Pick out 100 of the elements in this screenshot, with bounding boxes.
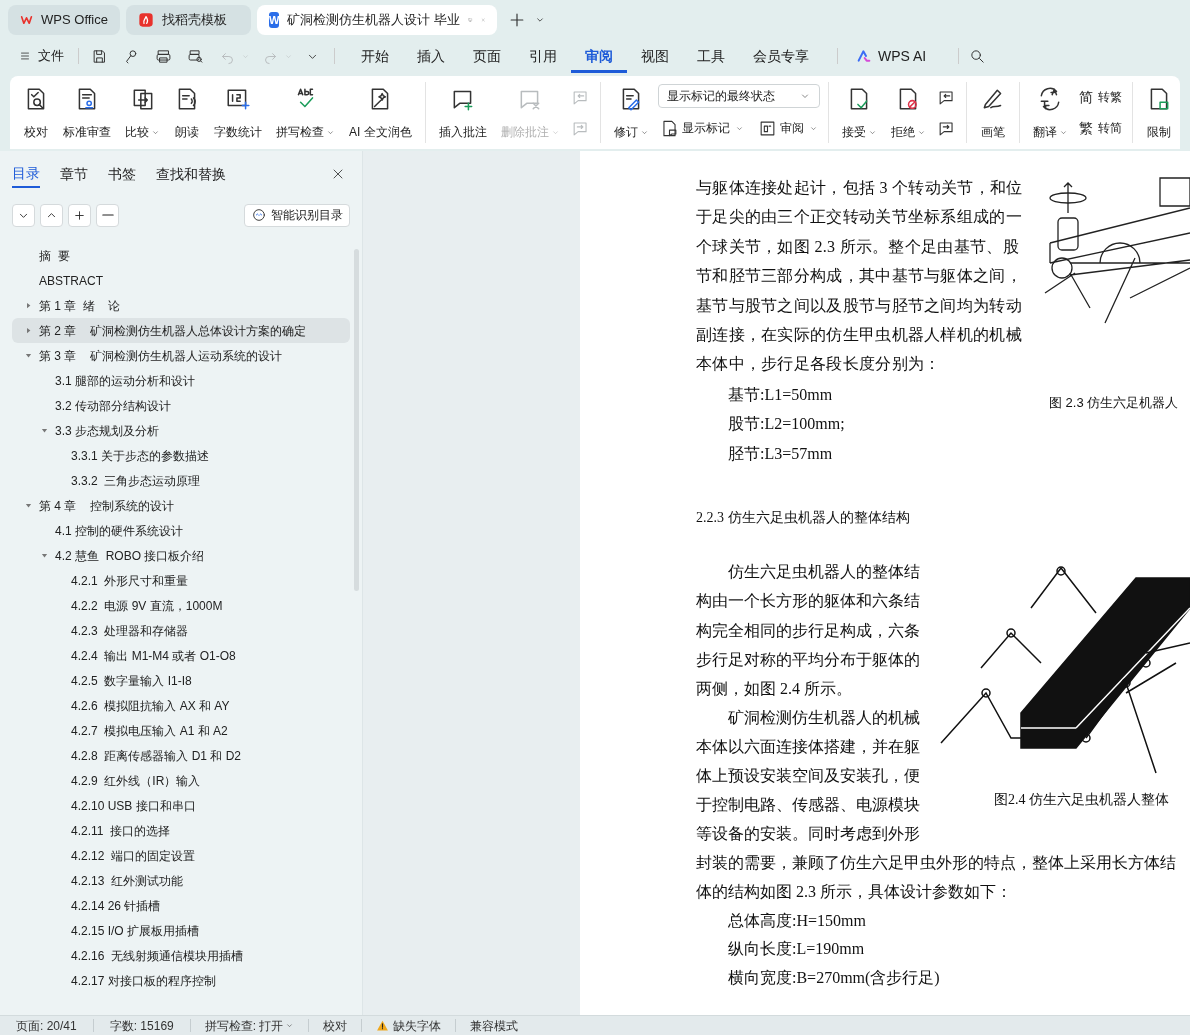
- figure-caption: 图 2.3 仿生六足机器人: [1048, 394, 1179, 412]
- proofread-button[interactable]: 校对: [309, 1016, 362, 1035]
- ribbon-button[interactable]: 审阅: [755, 115, 820, 141]
- flame-logo-icon: [138, 12, 154, 28]
- ribbon-button[interactable]: 限制: [1140, 82, 1177, 143]
- word-count: 字数: 15169: [108, 1017, 175, 1035]
- outline-item[interactable]: 4.2.11 接口的选择: [12, 818, 350, 843]
- ribbon-button[interactable]: 字数统计: [209, 82, 267, 143]
- panel-tab[interactable]: 查找和替换: [156, 160, 226, 188]
- outline-item[interactable]: 4.2.6 模拟阻抗输入 AX 和 AY: [12, 693, 350, 718]
- outline-item[interactable]: 第 3 章 矿洞检测仿生机器人运动系统的设计: [12, 343, 350, 368]
- missing-fonts-button[interactable]: 缺失字体: [362, 1016, 456, 1035]
- ribbon-button[interactable]: 修订: [608, 82, 654, 143]
- outline-item[interactable]: 3.3.1 关于步态的参数描述: [12, 443, 350, 468]
- ribbon-button[interactable]: 显示标记: [657, 115, 746, 141]
- panel-tab[interactable]: 章节: [60, 160, 88, 188]
- ribbon-button[interactable]: 比较: [120, 82, 165, 143]
- outline-item[interactable]: 4.2.3 处理器和存储器: [12, 618, 350, 643]
- ribbon-tab[interactable]: 视图: [627, 39, 683, 73]
- section-heading: 2.2.3 仿生六足虫机器人的整体结构: [696, 509, 911, 528]
- ribbon-tab[interactable]: 页面: [459, 39, 515, 73]
- ribbon-button[interactable]: AI 全文润色: [344, 82, 417, 143]
- ribbon-button[interactable]: 繁 转简: [1076, 115, 1124, 141]
- ribbon-tab[interactable]: 工具: [683, 39, 739, 73]
- print-icon[interactable]: [155, 47, 172, 65]
- ribbon-tab[interactable]: 插入: [403, 39, 459, 73]
- outline-item[interactable]: 第 1 章 绪 论: [12, 293, 350, 318]
- outline-tool-button[interactable]: [68, 203, 91, 227]
- outline-item[interactable]: 4.2 慧鱼 ROBO 接口板介绍: [12, 543, 350, 568]
- collapse-arrow-icon[interactable]: [40, 551, 49, 560]
- ribbon-button[interactable]: 画笔: [974, 82, 1011, 143]
- browser-tab[interactable]: W 矿洞检测仿生机器人设计 毕业: [257, 5, 497, 35]
- body-text-line: 体的结构如图 2.3 所示，具体设计参数如下：: [696, 882, 1013, 903]
- print-preview-icon[interactable]: [187, 47, 204, 65]
- ribbon-tab[interactable]: 引用: [515, 39, 571, 73]
- ai-button[interactable]: WPS AI: [852, 45, 931, 67]
- outline-item[interactable]: 4.2.8 距离传感器输入 D1 和 D2: [12, 743, 350, 768]
- menu-icon: [18, 49, 32, 63]
- document-badge-icon: W: [269, 12, 280, 28]
- ai-logo-icon: [856, 48, 872, 64]
- panel-tab[interactable]: 书签: [108, 160, 136, 188]
- outline-item[interactable]: 4.2.12 端口的固定设置: [12, 843, 350, 868]
- outline-item[interactable]: 4.2.2 电源 9V 直流，1000M: [12, 593, 350, 618]
- outline-item[interactable]: 摘 要: [12, 243, 350, 268]
- body-paragraph: 仿生六足虫机器人的整体结构由一个长方形的躯体和六条结构完全相同的步行足构成，六条步行足对称的平均分布于躯体的两侧，如图 2.4 所示。: [696, 562, 920, 699]
- body-paragraph: 与躯体连接处起计，包括 3 个转动关节，和位于足尖的由三个正交转动关节坐标系组成的一个球关节，如图 2.3 所示。整个足由基节、股节和胫节三部分构成，其中基节与躯体之间，基节与股节之间以及股节与胫节之间均为转动副连接，在实际的仿生甲虫机器人样机的机械本体中，步行足各段长度分别为：: [696, 178, 1024, 375]
- spell-check-toggle[interactable]: 拼写检查: 打开: [190, 1016, 309, 1035]
- outline-item[interactable]: 3.3.2 三角步态运动原理: [12, 468, 350, 493]
- page-indicator: 页面: 20/41: [15, 1017, 78, 1035]
- markup-dropdown[interactable]: 显示标记的最终状态: [657, 84, 820, 108]
- ribbon-button[interactable]: 朗读: [169, 82, 205, 143]
- ribbon-button[interactable]: 拒绝: [885, 82, 931, 143]
- outline-item[interactable]: 4.2.15 I/O 扩展板用插槽: [12, 918, 350, 943]
- outline-item[interactable]: 4.2.5 数字量输入 I1-I8: [12, 668, 350, 693]
- expand-arrow-icon[interactable]: [24, 301, 33, 310]
- ribbon-tab[interactable]: 会员专享: [739, 39, 823, 73]
- ribbon-button[interactable]: 插入批注: [433, 82, 492, 143]
- ribbon-button[interactable]: 校对: [18, 82, 54, 143]
- outline-item[interactable]: 4.1 控制的硬件系统设计: [12, 518, 350, 543]
- ribbon-button[interactable]: 接受: [836, 82, 882, 143]
- save-icon[interactable]: [91, 47, 108, 65]
- collapse-arrow-icon[interactable]: [24, 501, 33, 510]
- ribbon-button[interactable]: 翻译: [1027, 82, 1073, 143]
- outline-item[interactable]: ABSTRACT: [12, 268, 350, 293]
- collapse-arrow-icon[interactable]: [40, 426, 49, 435]
- expand-arrow-icon[interactable]: [24, 326, 33, 335]
- ribbon-button[interactable]: 简 转繁: [1076, 84, 1124, 110]
- browser-tab[interactable]: 找稻壳模板: [126, 5, 251, 35]
- warning-icon: [376, 1019, 390, 1032]
- outline-item[interactable]: 第 2 章 矿洞检测仿生机器人总体设计方案的确定: [12, 318, 350, 343]
- parameter-line: 基节:L1=50mm: [727, 384, 834, 405]
- ribbon-tab[interactable]: 开始: [347, 39, 403, 73]
- outline-item[interactable]: 4.2.13 红外测试功能: [12, 868, 350, 893]
- ribbon-tab[interactable]: 审阅: [571, 39, 627, 73]
- outline-item[interactable]: 3.1 腿部的运动分析和设计: [12, 368, 350, 393]
- body-paragraph: 矿洞检测仿生机器人的机械本体以六面连接体搭建，并在躯体上预设安装空间及安装孔，便于控制电路、传感器、电源模块等设备的安装。同时考虑到外形: [696, 707, 920, 845]
- browser-tab[interactable]: WPS Office: [8, 5, 120, 35]
- ribbon-button[interactable]: 标准审查: [58, 82, 116, 143]
- outline-item[interactable]: 4.2.16 无线射频通信模块用插槽: [12, 943, 350, 968]
- glyph-icon: 繁: [1078, 117, 1093, 139]
- parameter-line: 横向宽度:B=270mm(含步行足): [727, 967, 941, 989]
- collapse-arrow-icon[interactable]: [24, 351, 33, 360]
- parameter-line: 股节:L2=100mm;: [727, 414, 846, 435]
- search-icon[interactable]: [969, 47, 987, 65]
- outline-item[interactable]: 4.2.17 对接口板的程序控制: [12, 968, 350, 993]
- outline-item[interactable]: 4.2.14 26 针插槽: [12, 893, 350, 918]
- panel-tab[interactable]: 目录: [12, 160, 40, 188]
- outline-item[interactable]: 4.2.4 输出 M1-M4 或者 O1-O8: [12, 643, 350, 668]
- ribbon-button[interactable]: 拼写检查: [271, 82, 340, 143]
- parameter-line: 总体高度:H=150mm: [727, 910, 867, 931]
- outline-item[interactable]: 第 4 章 控制系统的设计: [12, 493, 350, 518]
- outline-item[interactable]: 4.2.9 红外线（IR）输入: [12, 768, 350, 793]
- compatibility-mode: 兼容模式: [469, 1017, 520, 1035]
- file-menu-button[interactable]: 文件: [16, 46, 66, 66]
- outline-item[interactable]: 3.2 传动部分结构设计: [12, 393, 350, 418]
- outline-item[interactable]: 4.2.1 外形尺寸和重量: [12, 568, 350, 593]
- smart-toc-button[interactable]: 智能识别目录: [244, 203, 350, 227]
- outline-item[interactable]: 4.2.10 USB 接口和串口: [12, 793, 350, 818]
- outline-item[interactable]: 3.3 步态规划及分析: [12, 418, 350, 443]
- outline-item[interactable]: 4.2.7 模拟电压输入 A1 和 A2: [12, 718, 350, 743]
